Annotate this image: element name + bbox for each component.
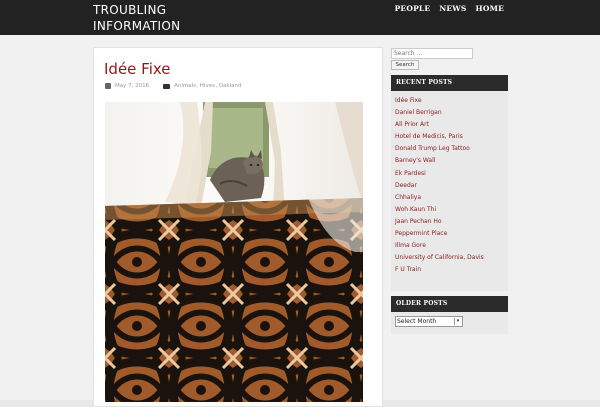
nav-item-home[interactable]: HOME [476, 4, 504, 13]
recent-post-link[interactable]: Ek Pardesi [391, 168, 508, 180]
category-link-oakland[interactable]: Oakland [219, 83, 242, 89]
recent-post-link[interactable]: Illma Gore [391, 240, 508, 252]
recent-posts-heading: RECENT POSTS [391, 75, 508, 91]
recent-post-link[interactable]: Donald Trump Leg Tattoo [391, 143, 508, 155]
search-input[interactable] [391, 48, 473, 59]
older-posts-heading: OLDER POSTS [391, 296, 508, 312]
recent-post-link[interactable]: Woh Kaun Thi [391, 204, 508, 216]
month-select[interactable]: Select Month ▾ [395, 316, 463, 327]
nav-item-news[interactable]: NEWS [439, 4, 466, 13]
recent-post-link[interactable]: Barney's Wall [391, 155, 508, 167]
recent-post-link[interactable]: University of California, Davis [391, 252, 508, 264]
recent-posts-widget: Idée Fixe Daniel Berrigan All Prior Art … [391, 91, 508, 291]
folder-icon [163, 83, 171, 89]
post-date[interactable]: May 7, 2016 [115, 83, 149, 89]
main-nav: PEOPLE NEWS HOME [395, 4, 504, 13]
recent-posts-list: Idée Fixe Daniel Berrigan All Prior Art … [391, 95, 508, 276]
recent-post-link[interactable]: Idée Fixe [391, 95, 508, 107]
recent-post-link[interactable]: Daniel Berrigan [391, 107, 508, 119]
recent-post-link[interactable]: Jaan Pechan Ho [391, 216, 508, 228]
chevron-down-icon: ▾ [454, 318, 461, 325]
recent-post-link[interactable]: Deedar [391, 180, 508, 192]
post-meta: May 7, 2016 Animals, Hives, Oakland [105, 83, 241, 89]
calendar-icon [105, 83, 111, 89]
category-separator: , [215, 83, 218, 89]
category-link-hives[interactable]: Hives [200, 83, 215, 89]
site-header: TROUBLING INFORMATION PEOPLE NEWS HOME [0, 0, 600, 35]
nav-item-people[interactable]: PEOPLE [395, 4, 431, 13]
older-posts-widget: Select Month ▾ [391, 312, 508, 334]
post-title[interactable]: Idée Fixe [104, 60, 171, 78]
recent-post-link[interactable]: Hotel de Medicis, Paris [391, 131, 508, 143]
recent-post-link[interactable]: Peppermint Place [391, 228, 508, 240]
recent-post-link[interactable]: All Prior Art [391, 119, 508, 131]
post-photo-cat-on-celtic-tapestry[interactable] [105, 102, 363, 402]
recent-post-link[interactable]: Chhaliya [391, 192, 508, 204]
site-title[interactable]: TROUBLING INFORMATION [93, 2, 203, 34]
post-article: Idée Fixe May 7, 2016 Animals, Hives, Oa… [93, 47, 383, 407]
category-link-animals[interactable]: Animals [174, 83, 196, 89]
search-button[interactable]: Search [391, 60, 419, 70]
category-separator: , [197, 83, 199, 89]
recent-post-link[interactable]: F U Train [391, 264, 508, 276]
month-select-value: Select Month [397, 318, 437, 325]
